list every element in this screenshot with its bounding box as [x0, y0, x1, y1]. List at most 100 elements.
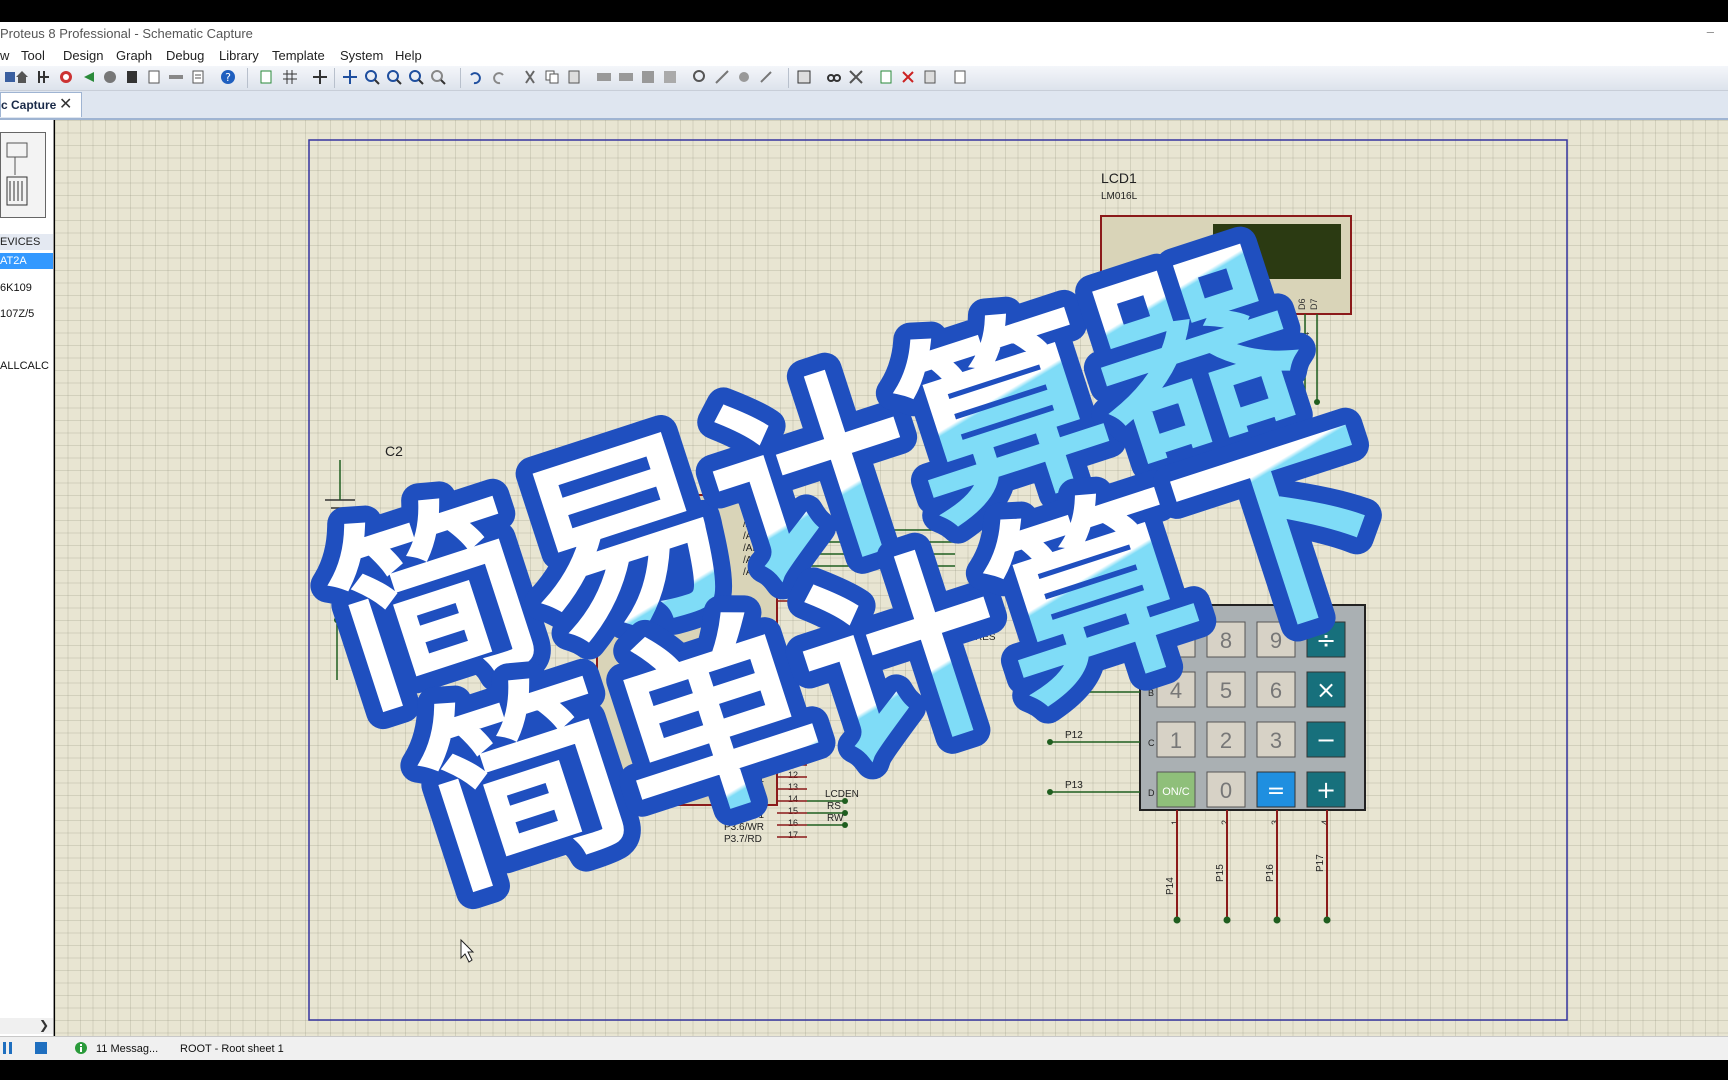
source-icon[interactable] [168, 69, 184, 85]
overview-window[interactable] [0, 132, 46, 218]
menu-template[interactable]: Template [272, 48, 325, 63]
zoom-out-icon[interactable] [386, 69, 402, 85]
schematic-icon[interactable] [36, 69, 52, 85]
status-bar: 11 Messag... ROOT - Root sheet 1 [0, 1036, 1728, 1061]
key-label: 1 [1170, 728, 1182, 753]
zoom-area-icon[interactable] [430, 69, 446, 85]
make-device-icon[interactable] [714, 69, 730, 85]
horizontal-scrollbar[interactable]: ❯ [0, 1018, 53, 1034]
grid-icon[interactable] [282, 69, 298, 85]
mcu-name: AT89C51 [597, 815, 639, 826]
net-label: P13 [1065, 780, 1083, 791]
mcu-pin-name: P1.7 [603, 793, 624, 804]
net-label: P17 [1315, 854, 1326, 872]
capacitor-c2[interactable]: C2 [325, 443, 403, 680]
property-tool-icon[interactable] [848, 69, 864, 85]
block-rotate-icon[interactable] [640, 69, 656, 85]
block-delete-icon[interactable] [662, 69, 678, 85]
redo-icon[interactable] [490, 69, 506, 85]
key-label: 7 [1170, 628, 1182, 653]
report-icon[interactable] [952, 69, 968, 85]
ground-symbol [325, 499, 355, 517]
device-item[interactable]: AT2A [0, 253, 53, 269]
menu-tool[interactable]: Tool [21, 48, 45, 63]
net-label: P11 [1065, 680, 1082, 691]
wire-autorouter-icon[interactable] [796, 69, 812, 85]
search-icon[interactable] [826, 69, 842, 85]
pan-icon[interactable] [342, 69, 358, 85]
pcb-icon[interactable] [58, 69, 74, 85]
info-icon [75, 1042, 87, 1054]
stop-icon[interactable] [34, 1041, 48, 1055]
refresh-icon[interactable] [258, 69, 274, 85]
schematic-canvas[interactable]: LCD1 LM016L D6 D7 14 C2 AT89C51 A EA P1.… [55, 120, 1728, 1036]
net-label: RW [827, 813, 844, 824]
device-item[interactable]: 107Z/5 [0, 306, 53, 322]
menu-bar: w Tool Design Graph Debug Library Templa… [0, 44, 1728, 66]
minimize-button[interactable]: – [1707, 24, 1714, 39]
menu-system[interactable]: System [340, 48, 383, 63]
3d-icon[interactable] [102, 69, 118, 85]
menu-debug[interactable]: Debug [166, 48, 204, 63]
home-icon[interactable] [14, 69, 30, 85]
overview-thumbnail [6, 142, 28, 206]
menu-design[interactable]: Design [63, 48, 103, 63]
undo-icon[interactable] [468, 69, 484, 85]
decompose-icon[interactable] [758, 69, 774, 85]
exit-sheet-icon[interactable] [922, 69, 938, 85]
key-label: = [1267, 779, 1285, 804]
menu-view[interactable]: w [0, 48, 9, 63]
lcd-display[interactable]: LCD1 LM016L D6 D7 14 [1100, 170, 1352, 405]
chevron-right-icon[interactable]: ❯ [39, 1018, 49, 1032]
document-icon[interactable] [146, 69, 162, 85]
schematic-drawing: LCD1 LM016L D6 D7 14 C2 AT89C51 A EA P1.… [308, 139, 1568, 1021]
block-copy-icon[interactable] [596, 69, 612, 85]
bus-wires [807, 529, 955, 567]
mcu-at89c51[interactable]: AT89C51 A EA P1.6 P1.7 8 P17 /AD /AD1 /A… [525, 494, 996, 845]
tab-schematic-capture[interactable]: c Capture ✕ [0, 92, 82, 117]
mcu-pin-name: P3.4/T0 [729, 798, 764, 809]
menu-library[interactable]: Library [219, 48, 259, 63]
mcu-pin-name: D [760, 750, 767, 761]
packaging-icon[interactable] [736, 69, 752, 85]
lcd-pin-label: 14 [1301, 332, 1311, 342]
sheet-indicator: ROOT - Root sheet 1 [180, 1043, 284, 1055]
junction-dot [1223, 916, 1231, 924]
bom-icon[interactable] [124, 69, 140, 85]
new-sheet-icon[interactable] [878, 69, 894, 85]
document-tab-row: c Capture ✕ [0, 91, 1728, 120]
paste-icon[interactable] [566, 69, 582, 85]
net-label: P16 [1265, 864, 1276, 882]
device-item[interactable]: 6K109 [0, 280, 53, 296]
menu-help[interactable]: Help [395, 48, 422, 63]
pause-icon[interactable] [2, 1041, 16, 1055]
junction-dot [1273, 916, 1281, 924]
junction-dot [1302, 399, 1308, 405]
mcu-pin-number: 14 [788, 794, 798, 804]
origin-icon[interactable] [312, 69, 328, 85]
title-bar: Proteus 8 Professional - Schematic Captu… [0, 22, 1728, 44]
keypad-calc[interactable]: A B C D 1 2 3 4 7 8 9 ÷ 4 5 6 × 1 2 3 − … [1047, 604, 1366, 924]
keypad-col-label: 3 [1270, 820, 1280, 825]
zoom-all-icon[interactable] [408, 69, 424, 85]
notes-icon[interactable] [190, 69, 206, 85]
copy-icon[interactable] [544, 69, 560, 85]
help-icon[interactable]: ? [220, 69, 236, 85]
device-item[interactable]: ALLCALC [0, 358, 53, 374]
keypad-row-label: D [1148, 788, 1155, 798]
cut-icon[interactable] [522, 69, 538, 85]
messages-count[interactable]: 11 Messag... [96, 1043, 158, 1055]
sheet-border [308, 139, 1568, 1021]
back-icon[interactable] [80, 69, 96, 85]
menu-graph[interactable]: Graph [116, 48, 152, 63]
mcu-pin-name: /AD1 [743, 519, 766, 530]
remove-sheet-icon[interactable] [900, 69, 916, 85]
key-label: 0 [1220, 778, 1232, 803]
block-move-icon[interactable] [618, 69, 634, 85]
zoom-in-icon[interactable] [364, 69, 380, 85]
mcu-label: EA [603, 600, 617, 611]
close-icon[interactable]: ✕ [59, 94, 72, 114]
pick-device-icon[interactable] [692, 69, 708, 85]
junction-dot [1173, 916, 1181, 924]
devices-header: EVICES [0, 234, 53, 250]
